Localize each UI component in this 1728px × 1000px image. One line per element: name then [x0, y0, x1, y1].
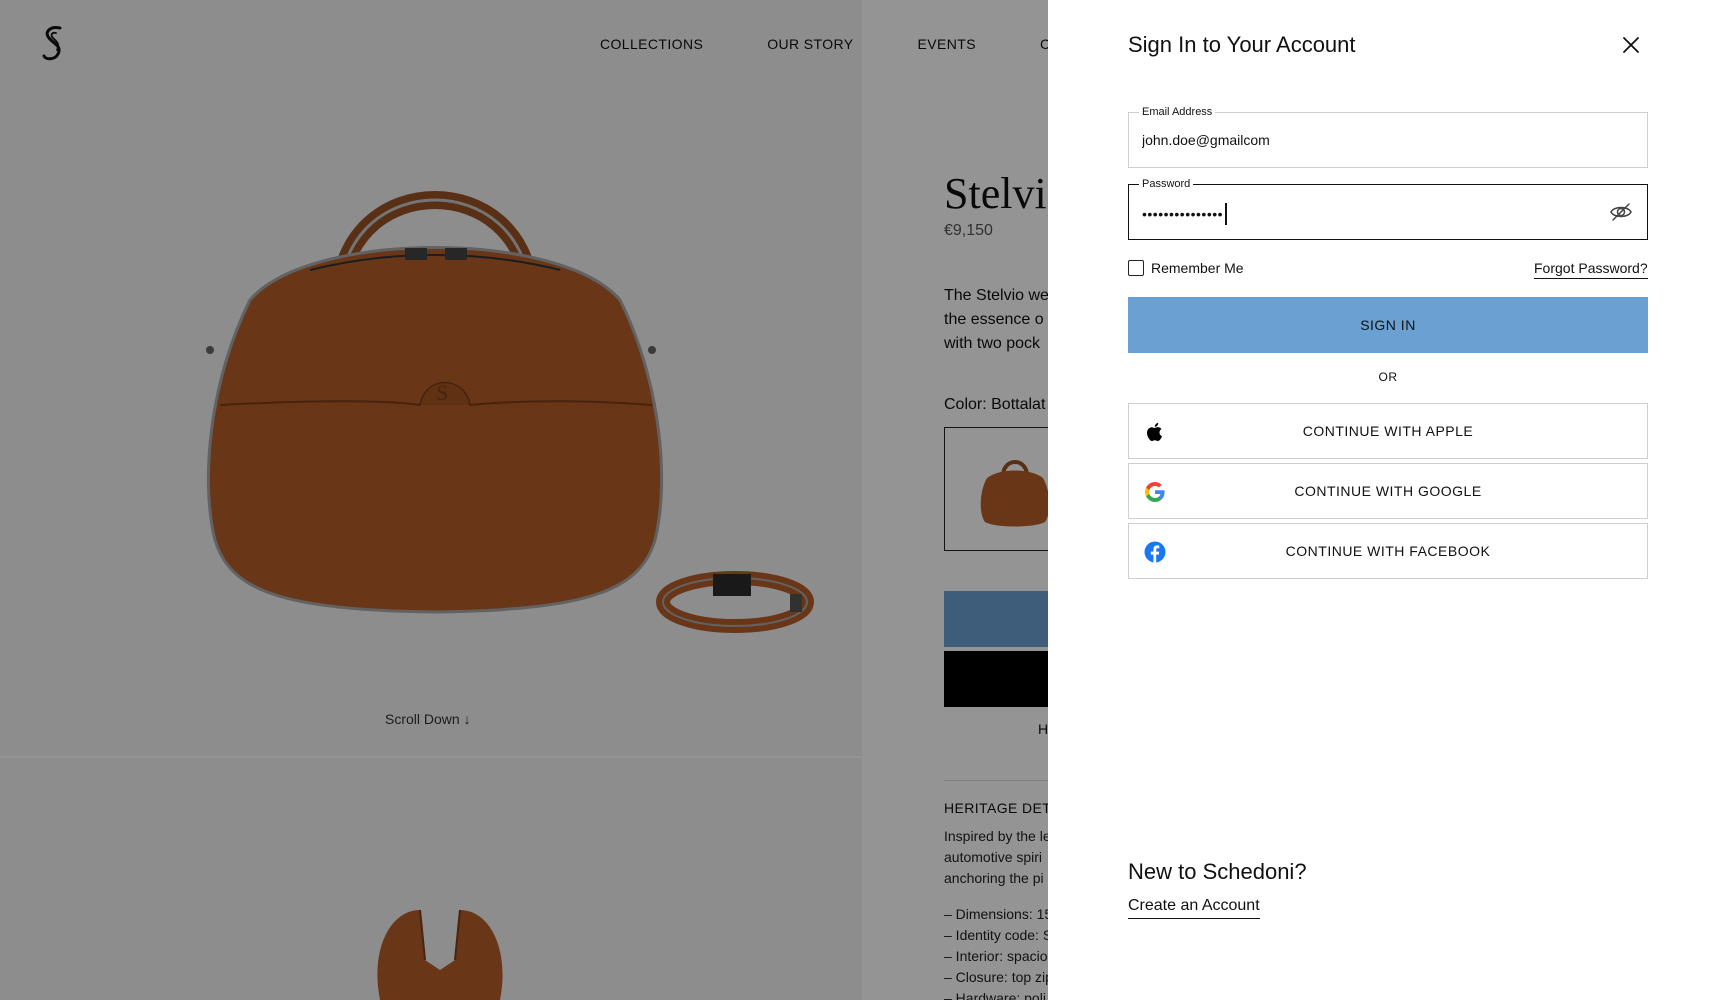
email-field[interactable]: Email Address: [1128, 105, 1648, 168]
email-input[interactable]: [1142, 113, 1592, 167]
google-icon: [1145, 482, 1165, 502]
remember-me-checkbox[interactable]: [1128, 260, 1144, 276]
signin-title: Sign In to Your Account: [1128, 32, 1356, 57]
password-input[interactable]: •••••••••••••••: [1142, 203, 1227, 225]
continue-with-google-button[interactable]: CONTINUE WITH GOOGLE: [1128, 463, 1648, 519]
eye-off-icon[interactable]: [1609, 200, 1633, 224]
facebook-button-label: CONTINUE WITH FACEBOOK: [1285, 543, 1491, 559]
sign-in-button[interactable]: SIGN IN: [1128, 297, 1648, 353]
modal-backdrop[interactable]: [0, 0, 1048, 1000]
remember-me-option[interactable]: Remember Me: [1128, 260, 1244, 276]
apple-icon: [1147, 422, 1162, 442]
facebook-icon: [1144, 541, 1166, 563]
or-divider: OR: [1378, 370, 1398, 384]
password-label: Password: [1139, 177, 1194, 191]
new-customer-heading: New to Schedoni?: [1128, 859, 1307, 884]
close-icon: [1623, 37, 1639, 53]
remember-me-label: Remember Me: [1151, 260, 1244, 276]
text-caret: [1225, 203, 1227, 225]
forgot-password-link[interactable]: Forgot Password?: [1534, 260, 1648, 279]
google-button-label: CONTINUE WITH GOOGLE: [1294, 483, 1482, 499]
continue-with-facebook-button[interactable]: CONTINUE WITH FACEBOOK: [1128, 523, 1648, 579]
password-field[interactable]: Password •••••••••••••••: [1128, 177, 1648, 240]
close-button[interactable]: [1616, 30, 1646, 60]
create-account-link[interactable]: Create an Account: [1128, 897, 1260, 919]
password-mask: •••••••••••••••: [1142, 206, 1224, 222]
apple-button-label: CONTINUE WITH APPLE: [1302, 423, 1474, 439]
continue-with-apple-button[interactable]: CONTINUE WITH APPLE: [1128, 403, 1648, 459]
signin-drawer: Sign In to Your Account Email Address Pa…: [1048, 0, 1728, 1000]
